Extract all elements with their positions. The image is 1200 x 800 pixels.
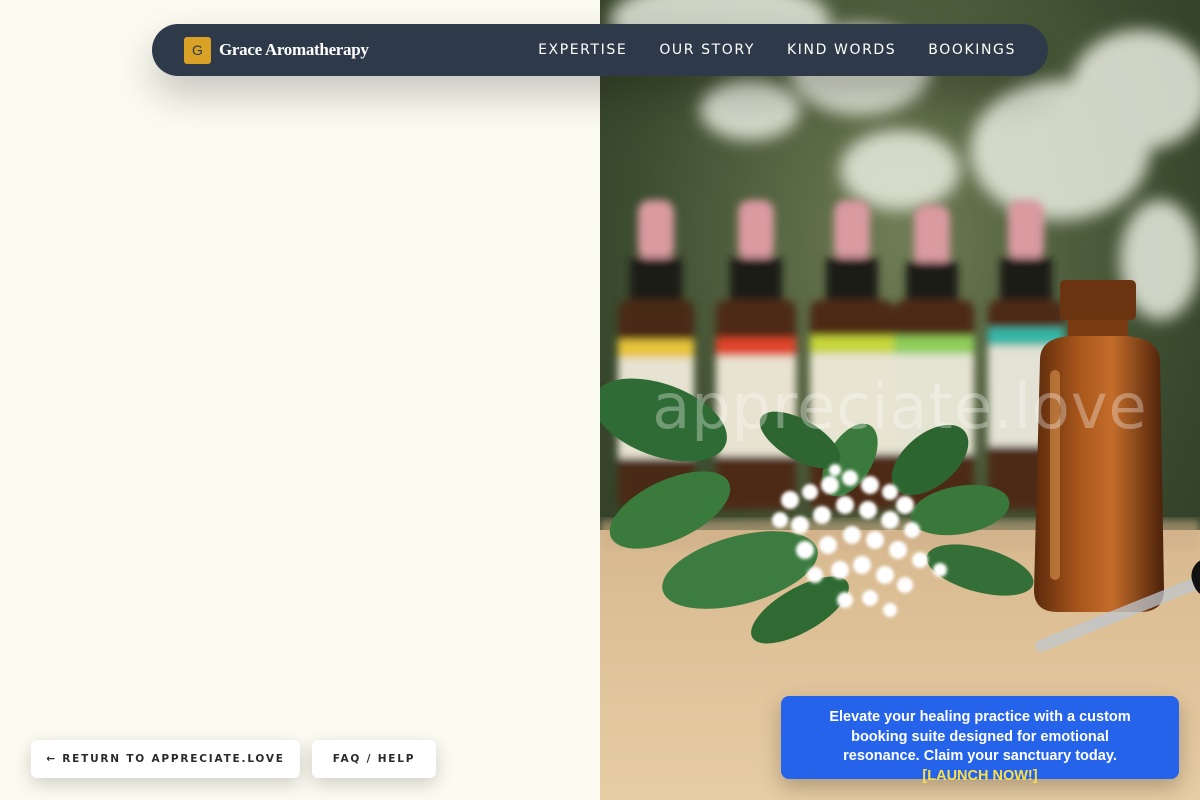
promo-text: Elevate your healing practice with a cus… [829, 709, 1131, 764]
left-pane [0, 0, 600, 800]
brand-name[interactable]: Grace Aromatherapy [219, 40, 369, 60]
faq-help-button[interactable]: FAQ / HELP [312, 740, 436, 778]
top-nav: G Grace Aromatherapy EXPERTISE OUR STORY… [152, 24, 1048, 76]
hero-image [600, 0, 1200, 800]
nav-link-bookings[interactable]: BOOKINGS [928, 42, 1016, 58]
nav-link-expertise[interactable]: EXPERTISE [538, 42, 627, 58]
nav-link-our-story[interactable]: OUR STORY [659, 42, 755, 58]
logo-icon[interactable]: G [184, 36, 211, 64]
promo-cta-link[interactable]: [LAUNCH NOW!] [922, 768, 1037, 784]
nav-link-kind-words[interactable]: KIND WORDS [787, 42, 896, 58]
nav-links: EXPERTISE OUR STORY KIND WORDS BOOKINGS [538, 42, 1016, 58]
return-button[interactable]: ← RETURN TO APPRECIATE.LOVE [31, 740, 300, 778]
promo-banner[interactable]: Elevate your healing practice with a cus… [781, 696, 1179, 784]
